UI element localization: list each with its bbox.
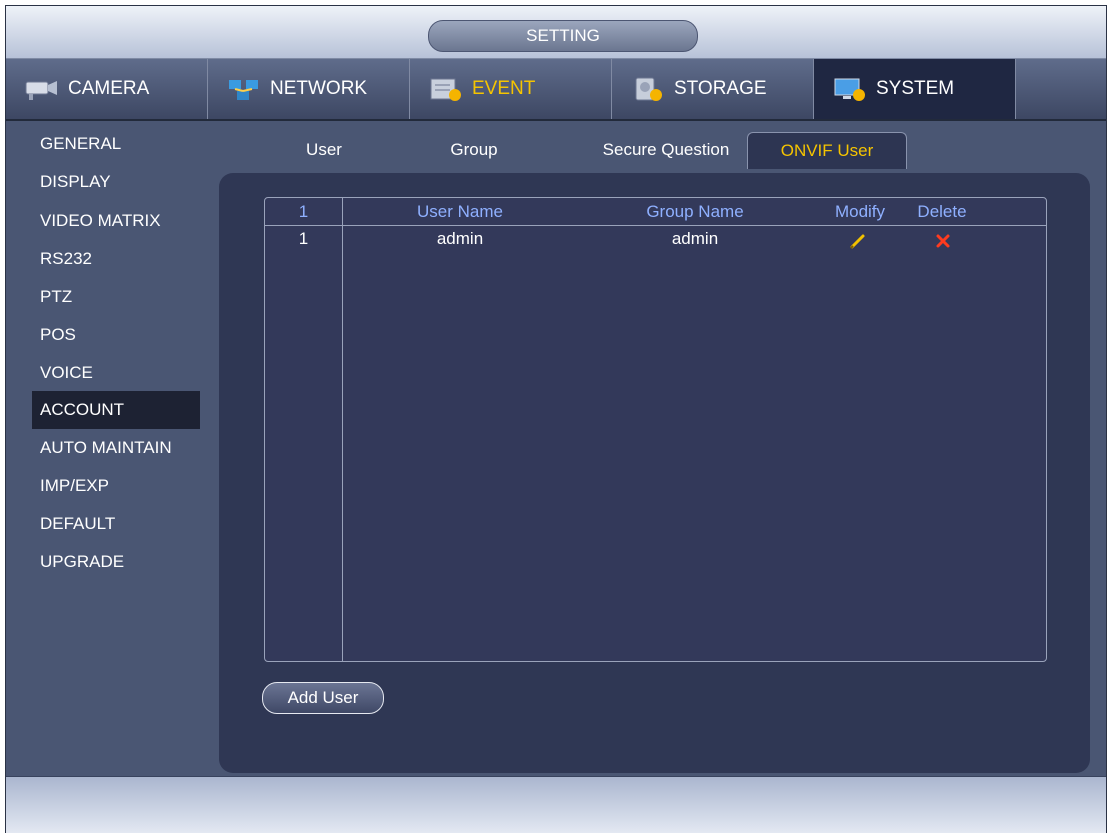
storage-icon — [630, 76, 666, 102]
sidebar-item-default[interactable]: DEFAULT — [32, 505, 198, 543]
onvif-user-table: 1 User Name Group Name Modify Delete 1 a… — [264, 197, 1047, 662]
top-navigation: CAMERA NETWORK EVENT STORAGE SYSTEM — [6, 59, 1106, 121]
tab-camera[interactable]: CAMERA — [6, 59, 208, 119]
tab-secure-question[interactable]: Secure Question — [586, 132, 746, 168]
column-header-delete: Delete — [917, 202, 967, 221]
status-bar — [6, 776, 1106, 833]
tab-group[interactable]: Group — [424, 132, 524, 168]
add-user-button[interactable]: Add User — [262, 682, 384, 714]
tab-onvif-user[interactable]: ONVIF User — [747, 132, 907, 169]
system-icon — [832, 76, 868, 102]
sidebar-item-imp-exp[interactable]: IMP/EXP — [32, 467, 198, 505]
column-header-group-name[interactable]: Group Name — [630, 202, 760, 222]
tab-user[interactable]: User — [274, 132, 374, 168]
sidebar-item-account[interactable]: ACCOUNT — [32, 391, 200, 429]
column-header-user-name[interactable]: User Name — [405, 202, 515, 222]
delete-icon[interactable] — [933, 231, 953, 251]
network-icon — [226, 76, 262, 102]
tab-event[interactable]: EVENT — [410, 59, 612, 119]
sidebar-item-voice[interactable]: VOICE — [32, 354, 198, 392]
row-index: 1 — [298, 229, 309, 248]
sidebar-item-pos[interactable]: POS — [32, 316, 198, 354]
column-header-index: 1 — [298, 202, 309, 221]
sidebar-item-rs232[interactable]: RS232 — [32, 240, 198, 278]
event-icon — [428, 76, 464, 102]
sidebar-item-auto-maintain[interactable]: AUTO MAINTAIN — [32, 429, 198, 467]
tab-system[interactable]: SYSTEM — [814, 59, 1016, 119]
sidebar-item-general[interactable]: GENERAL — [32, 125, 198, 163]
sidebar-item-upgrade[interactable]: UPGRADE — [32, 543, 198, 581]
table-header-divider — [265, 225, 1046, 226]
onvif-user-panel: 1 User Name Group Name Modify Delete 1 a… — [219, 173, 1090, 773]
window-title: SETTING — [428, 20, 698, 52]
setting-window: SETTING CAMERA NETWORK EVENT STORAGE SYS… — [5, 5, 1107, 833]
sidebar-menu: GENERAL DISPLAY VIDEO MATRIX RS232 PTZ P… — [6, 121, 218, 766]
table-divider — [342, 198, 343, 661]
sidebar-item-ptz[interactable]: PTZ — [32, 278, 198, 316]
tab-storage[interactable]: STORAGE — [612, 59, 814, 119]
camera-icon — [24, 76, 60, 102]
sidebar-item-display[interactable]: DISPLAY — [32, 163, 198, 201]
column-header-modify: Modify — [834, 202, 886, 221]
sidebar-item-video-matrix[interactable]: VIDEO MATRIX — [32, 202, 198, 240]
row-user-name: admin — [436, 229, 484, 248]
row-group-name: admin — [671, 229, 719, 248]
title-bar: SETTING — [6, 6, 1106, 59]
tab-network[interactable]: NETWORK — [208, 59, 410, 119]
modify-icon[interactable] — [848, 231, 868, 251]
